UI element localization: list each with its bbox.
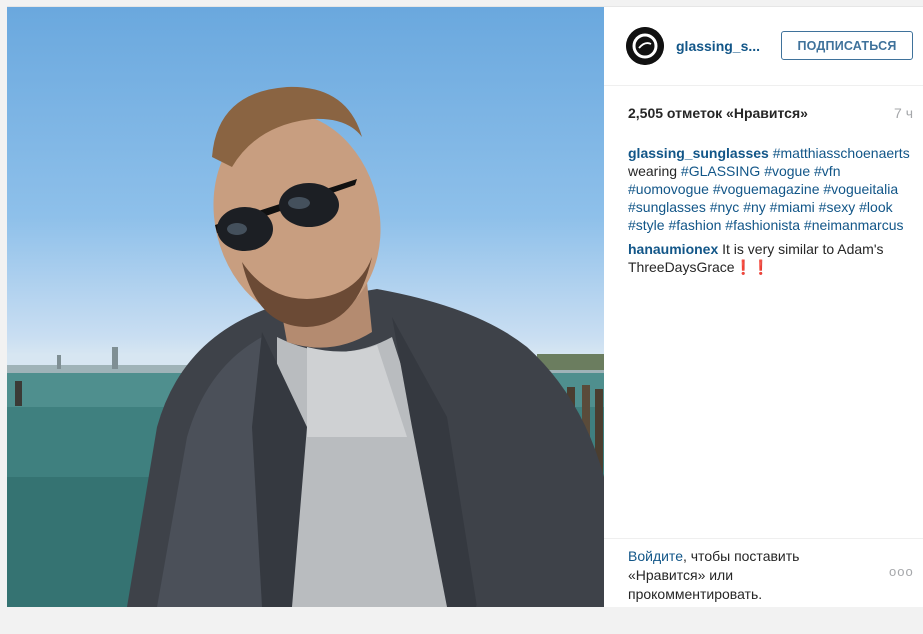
likes-count[interactable]: 2,505 отметок «Нравится» bbox=[628, 105, 808, 121]
hashtag[interactable]: #fashion bbox=[668, 217, 721, 233]
lens-reflection bbox=[288, 197, 310, 209]
hashtag[interactable]: #GLASSING bbox=[681, 163, 760, 179]
login-link[interactable]: Войдите bbox=[628, 548, 683, 564]
post-footer: Войдите, чтобы поставить «Нравится» или … bbox=[604, 538, 923, 608]
hashtag[interactable]: #vogueitalia bbox=[823, 181, 898, 197]
comments-list: glassing_sunglasses #matthiasschoenaerts… bbox=[628, 144, 914, 282]
follow-button[interactable]: ПОДПИСАТЬСЯ bbox=[781, 31, 913, 60]
post-header: glassing_s... ПОДПИСАТЬСЯ bbox=[604, 7, 923, 86]
caption-author[interactable]: glassing_sunglasses bbox=[628, 145, 769, 161]
login-prompt: Войдите, чтобы поставить «Нравится» или … bbox=[628, 547, 858, 604]
caption-text: wearing bbox=[628, 163, 681, 179]
comment: hanaumionex It is very similar to Adam's… bbox=[628, 240, 914, 276]
avatar[interactable] bbox=[626, 27, 664, 65]
more-options-icon[interactable]: ooo bbox=[889, 564, 914, 579]
post-photo[interactable] bbox=[7, 7, 604, 607]
lens-reflection bbox=[227, 223, 247, 235]
hashtag[interactable]: #miami bbox=[770, 199, 815, 215]
hashtag[interactable]: #uomovogue bbox=[628, 181, 709, 197]
hashtag[interactable]: #matthiasschoenaerts bbox=[773, 145, 910, 161]
post-time[interactable]: 7 ч bbox=[894, 105, 913, 121]
hashtag[interactable]: #sunglasses bbox=[628, 199, 706, 215]
glassing-logo-icon bbox=[626, 27, 664, 65]
hashtag[interactable]: #look bbox=[859, 199, 892, 215]
mooring-post bbox=[15, 381, 22, 406]
hashtag[interactable]: #fashionista bbox=[725, 217, 800, 233]
hashtag[interactable]: #voguemagazine bbox=[713, 181, 820, 197]
bell-tower bbox=[112, 347, 118, 369]
hashtag[interactable]: #sexy bbox=[819, 199, 856, 215]
hashtag[interactable]: #vogue bbox=[764, 163, 810, 179]
hashtag[interactable]: #vfn bbox=[814, 163, 840, 179]
post-card: glassing_s... ПОДПИСАТЬСЯ 2,505 отметок … bbox=[7, 6, 923, 607]
hashtag[interactable]: #neimanmarcus bbox=[804, 217, 904, 233]
comment-author[interactable]: hanaumionex bbox=[628, 241, 718, 257]
username-link[interactable]: glassing_s... bbox=[676, 38, 760, 54]
hashtag[interactable]: #nyc bbox=[710, 199, 740, 215]
hashtag[interactable]: #ny bbox=[743, 199, 766, 215]
photo-illustration bbox=[7, 86, 604, 607]
caption: glassing_sunglasses #matthiasschoenaerts… bbox=[628, 144, 914, 234]
tower bbox=[57, 355, 61, 369]
hashtag[interactable]: #style bbox=[628, 217, 665, 233]
post-sidebar: glassing_s... ПОДПИСАТЬСЯ 2,505 отметок … bbox=[604, 7, 923, 607]
likes-row: 2,505 отметок «Нравится» 7 ч bbox=[628, 105, 913, 125]
